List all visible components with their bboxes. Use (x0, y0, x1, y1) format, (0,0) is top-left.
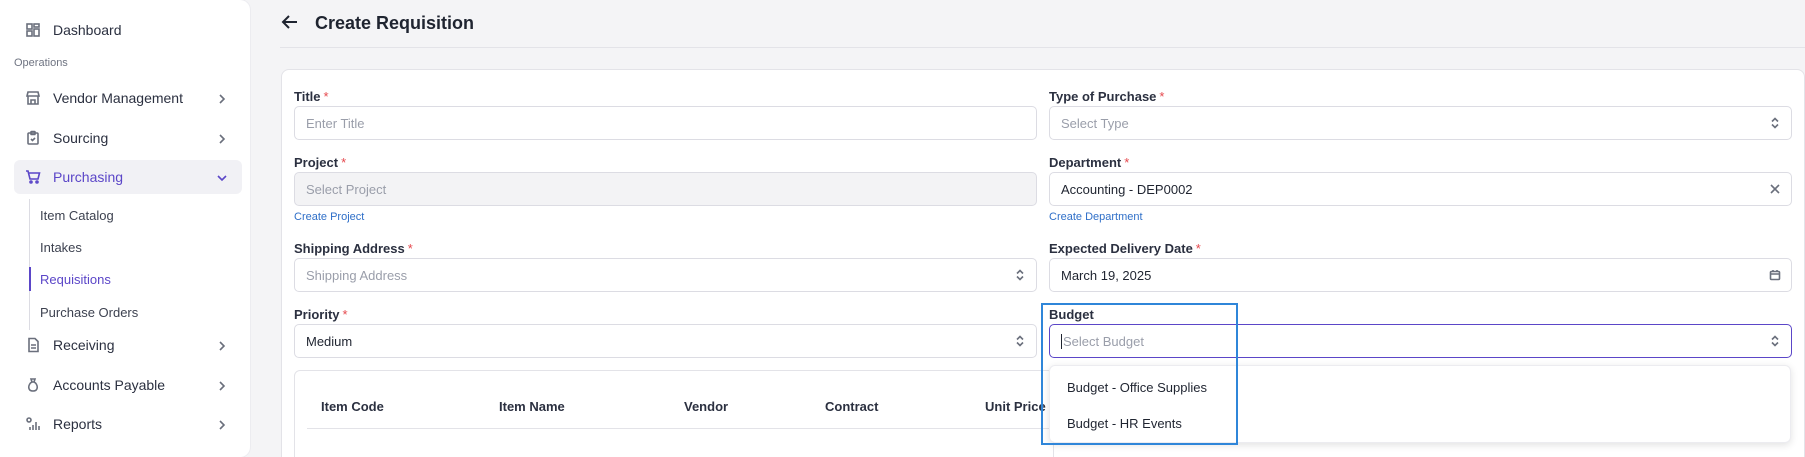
required-marker: * (342, 307, 348, 322)
select-arrows-icon (1769, 335, 1781, 347)
sidebar-item-label: Reports (53, 416, 103, 432)
dashboard-icon (25, 22, 41, 38)
sidebar-item-reports[interactable]: Reports (14, 407, 242, 441)
sidebar-item-purchasing[interactable]: Purchasing (14, 160, 242, 194)
required-marker: * (1124, 155, 1130, 170)
chevron-right-icon (216, 379, 228, 391)
sidebar-item-label: Accounts Payable (53, 377, 166, 393)
document-icon (25, 337, 41, 353)
sidebar-item-label: Receiving (53, 337, 115, 353)
create-department-link[interactable]: Create Department (1049, 211, 1143, 223)
sidebar-item-label: Dashboard (53, 22, 122, 38)
expected-delivery-date-input[interactable]: March 19, 2025 (1049, 258, 1792, 292)
calendar-icon[interactable] (1769, 269, 1781, 281)
required-marker: * (1195, 241, 1201, 256)
department-select[interactable]: Accounting - DEP0002 (1049, 172, 1792, 206)
title-label: Title * (294, 89, 329, 104)
required-marker: * (323, 89, 329, 104)
sidebar-item-label: Vendor Management (53, 90, 183, 106)
budget-option[interactable]: Budget - HR Events (1067, 416, 1182, 431)
column-header-item-name: Item Name (499, 399, 565, 414)
budget-dropdown-menu: Budget - Office Supplies Budget - HR Eve… (1049, 365, 1791, 443)
cart-icon (25, 169, 41, 185)
money-bag-icon (25, 377, 41, 393)
subnav-item-catalog[interactable]: Item Catalog (40, 208, 114, 223)
priority-select[interactable]: Medium (294, 324, 1037, 358)
page-title: Create Requisition (315, 13, 475, 33)
type-of-purchase-label: Type of Purchase * (1049, 89, 1165, 104)
items-table: Item Code Item Name Vendor Contract Unit… (294, 370, 1054, 457)
active-indicator (29, 267, 31, 291)
sidebar-item-label: Purchasing (53, 169, 124, 185)
create-project-link[interactable]: Create Project (294, 211, 364, 223)
budget-select[interactable]: Select Budget (1049, 324, 1792, 358)
select-arrows-icon (1014, 335, 1026, 347)
table-header-divider (307, 428, 1053, 429)
text-cursor (1061, 333, 1062, 349)
column-header-contract: Contract (825, 399, 879, 414)
sidebar-item-vendor-management[interactable]: Vendor Management (14, 81, 242, 115)
expected-delivery-date-label: Expected Delivery Date * (1049, 241, 1201, 256)
purchasing-subnav: Item Catalog Intakes Requisitions Purcha… (29, 199, 229, 330)
store-icon (25, 90, 41, 106)
shipping-address-select[interactable]: Shipping Address (294, 258, 1037, 292)
shipping-address-label: Shipping Address * (294, 241, 413, 256)
subnav-purchase-orders[interactable]: Purchase Orders (40, 305, 138, 320)
sidebar-item-accounts-payable[interactable]: Accounts Payable (14, 368, 242, 402)
priority-label: Priority * (294, 307, 348, 322)
required-marker: * (1159, 89, 1165, 104)
type-of-purchase-select[interactable]: Select Type (1049, 106, 1792, 140)
subnav-requisitions[interactable]: Requisitions (40, 272, 111, 287)
sidebar-item-sourcing[interactable]: Sourcing (14, 121, 242, 155)
clipboard-icon (25, 130, 41, 146)
chevron-right-icon (216, 92, 228, 104)
back-arrow-icon[interactable] (280, 12, 302, 34)
clear-icon[interactable] (1769, 183, 1781, 195)
chevron-down-icon (216, 171, 228, 183)
chevron-right-icon (216, 418, 228, 430)
sidebar-item-receiving[interactable]: Receiving (14, 328, 242, 362)
bar-chart-icon (25, 416, 41, 432)
budget-option[interactable]: Budget - Office Supplies (1067, 380, 1207, 395)
budget-label: Budget (1049, 307, 1094, 322)
subnav-intakes[interactable]: Intakes (40, 240, 82, 255)
column-header-unit-price: Unit Price (985, 399, 1046, 414)
chevron-right-icon (216, 339, 228, 351)
column-header-vendor: Vendor (684, 399, 729, 414)
chevron-right-icon (216, 132, 228, 144)
sidebar: Dashboard Operations Vendor Management S… (0, 0, 250, 457)
section-label-operations: Operations (14, 57, 68, 69)
project-label: Project * (294, 155, 347, 170)
sidebar-item-dashboard[interactable]: Dashboard (14, 13, 242, 47)
required-marker: * (407, 241, 413, 256)
select-arrows-icon (1014, 269, 1026, 281)
page-header: Create Requisition (280, 0, 1805, 48)
column-header-item-code: Item Code (321, 399, 384, 414)
required-marker: * (341, 155, 347, 170)
department-label: Department * (1049, 155, 1130, 170)
project-select[interactable]: Select Project (294, 172, 1037, 206)
select-arrows-icon (1769, 117, 1781, 129)
sidebar-item-label: Sourcing (53, 130, 109, 146)
title-input[interactable]: Enter Title (294, 106, 1037, 140)
